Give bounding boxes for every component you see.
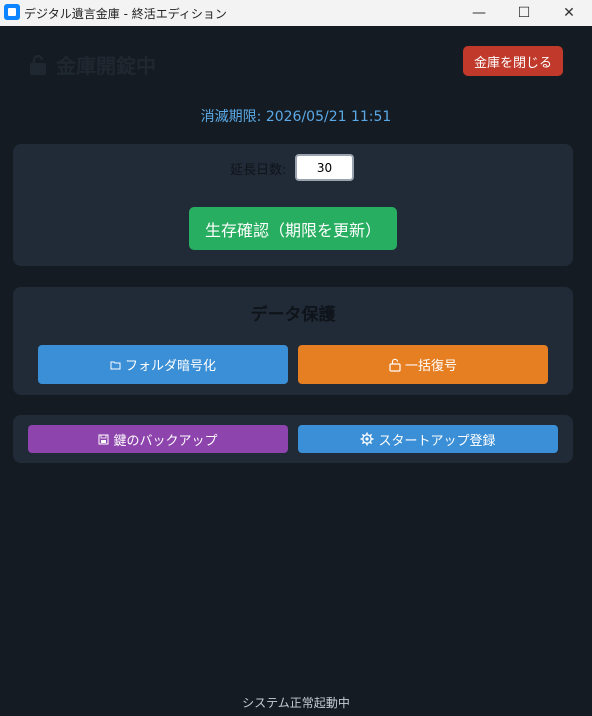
title-bar: デジタル遺言金庫 - 終活エディション — ☐ ✕ (0, 0, 592, 26)
encrypt-folder-button[interactable]: フォルダ暗号化 (38, 345, 288, 384)
extension-days-label: 延長日数: (230, 163, 287, 178)
unlock-icon (28, 54, 48, 76)
bulk-decrypt-label: 一括復号 (404, 359, 457, 374)
app-icon (4, 4, 20, 20)
startup-register-label: スタートアップ登録 (378, 433, 496, 449)
close-window-button[interactable]: ✕ (546, 0, 592, 26)
data-protection-title: データ保護 (250, 305, 336, 325)
extension-card: 延長日数: 生存確認（期限を更新） (13, 144, 573, 266)
encrypt-folder-label: フォルダ暗号化 (124, 359, 216, 374)
tools-card: 鍵のバックアップ スタートアップ登録 (13, 415, 573, 463)
maximize-button[interactable]: ☐ (501, 0, 547, 26)
key-backup-button[interactable]: 鍵のバックアップ (28, 425, 288, 453)
data-protection-card: データ保護 フォルダ暗号化 一括復号 (13, 287, 573, 395)
minimize-button[interactable]: — (456, 0, 502, 26)
survival-confirm-button[interactable]: 生存確認（期限を更新） (189, 207, 397, 250)
unlock-icon (389, 358, 401, 372)
folder-icon (110, 360, 121, 370)
key-backup-label: 鍵のバックアップ (113, 433, 218, 449)
main-content: 金庫開錠中 金庫を閉じる 消滅期限: 2026/05/21 11:51 延長日数… (0, 26, 592, 716)
status-text: システム正常起動中 (242, 696, 350, 710)
floppy-disk-icon (98, 434, 109, 445)
bulk-decrypt-button[interactable]: 一括復号 (298, 345, 548, 384)
close-vault-button[interactable]: 金庫を閉じる (463, 46, 563, 76)
gear-icon (360, 432, 374, 446)
expiry-date: 消滅期限: 2026/05/21 11:51 (200, 109, 392, 125)
window-title: デジタル遺言金庫 - 終活エディション (24, 7, 227, 21)
lock-status-text: 金庫開錠中 (56, 54, 156, 78)
startup-register-button[interactable]: スタートアップ登録 (298, 425, 558, 453)
extension-days-input[interactable] (295, 154, 354, 181)
lock-status: 金庫開錠中 (28, 50, 156, 79)
